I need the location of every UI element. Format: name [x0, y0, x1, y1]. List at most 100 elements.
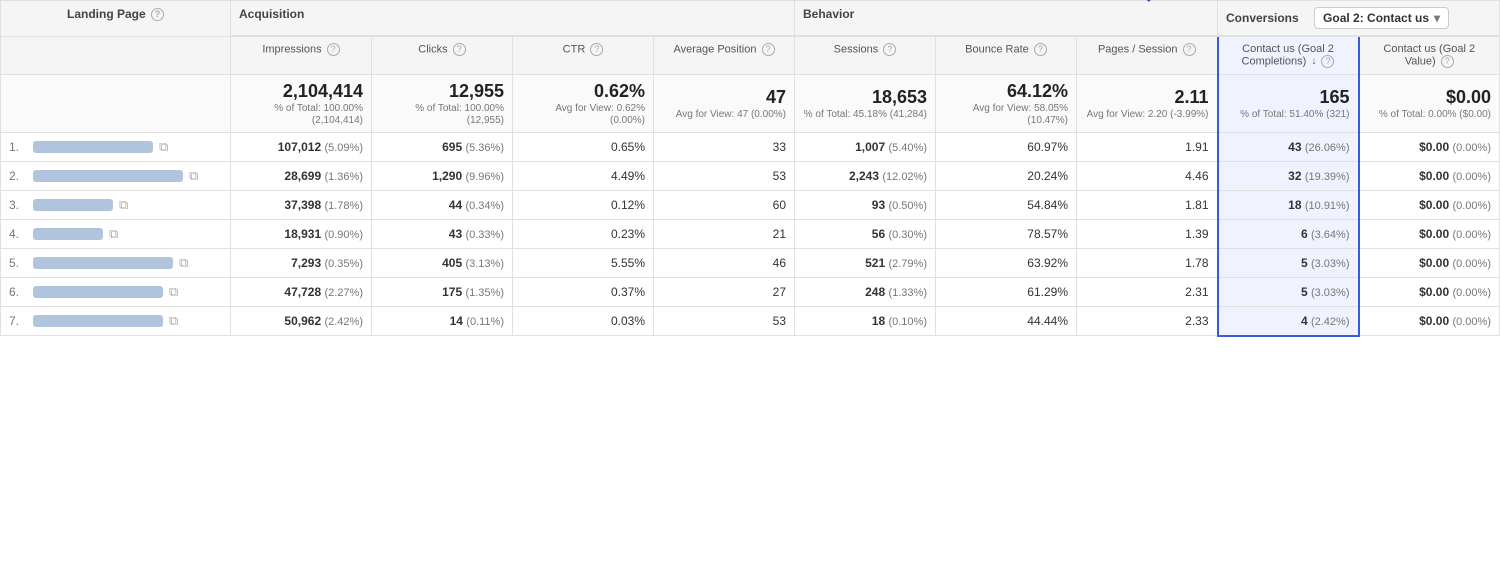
clicks-header: Clicks ?: [372, 36, 513, 75]
landing-page-cell: 2. ⧉: [1, 162, 231, 191]
impressions-cell: 107,012 (5.09%): [231, 133, 372, 162]
pages-session-cell: 2.33: [1077, 307, 1218, 336]
sessions-cell: 248 (1.33%): [795, 278, 936, 307]
sessions-cell: 2,243 (12.02%): [795, 162, 936, 191]
url-text[interactable]: [33, 315, 163, 327]
bounce-rate-cell: 78.57%: [936, 220, 1077, 249]
impressions-cell: 7,293 (0.35%): [231, 249, 372, 278]
totals-landing-cell: [1, 75, 231, 133]
table-row: 1. ⧉ 107,012 (5.09%) 695 (5.36%) 0.65% 3…: [1, 133, 1500, 162]
totals-pages-session: 2.11 Avg for View: 2.20 (-3.99%): [1077, 75, 1218, 133]
bounce-rate-cell: 63.92%: [936, 249, 1077, 278]
pages-session-cell: 4.46: [1077, 162, 1218, 191]
value-cell: $0.00 (0.00%): [1359, 278, 1500, 307]
clicks-help-icon[interactable]: ?: [453, 43, 466, 56]
clicks-cell: 44 (0.34%): [372, 191, 513, 220]
copy-icon[interactable]: ⧉: [179, 255, 188, 271]
row-number: 6.: [9, 285, 27, 299]
table-row: 3. ⧉ 37,398 (1.78%) 44 (0.34%) 0.12% 60 …: [1, 191, 1500, 220]
bounce-rate-help-icon[interactable]: ?: [1034, 43, 1047, 56]
copy-icon[interactable]: ⧉: [189, 168, 198, 184]
row-number: 4.: [9, 227, 27, 241]
avg-position-header: Average Position ?: [654, 36, 795, 75]
landing-page-label: Landing Page: [67, 7, 146, 21]
avg-position-help-icon[interactable]: ?: [762, 43, 775, 56]
url-text[interactable]: [33, 228, 103, 240]
impressions-help-icon[interactable]: ?: [327, 43, 340, 56]
copy-icon[interactable]: ⧉: [169, 284, 178, 300]
avg-position-cell: 60: [654, 191, 795, 220]
landing-page-cell: 6. ⧉: [1, 278, 231, 307]
completions-cell: 4 (2.42%): [1218, 307, 1359, 336]
landing-page-cell: 1. ⧉: [1, 133, 231, 162]
url-text[interactable]: [33, 199, 113, 211]
sessions-cell: 521 (2.79%): [795, 249, 936, 278]
column-header-row: Impressions ? Clicks ? CTR ? Average Pos…: [1, 36, 1500, 75]
row-number: 1.: [9, 140, 27, 154]
goal-dropdown[interactable]: Goal 2: Contact us ▾: [1314, 7, 1449, 29]
avg-position-cell: 46: [654, 249, 795, 278]
conversions-group-header: Conversions Goal 2: Contact us ▾: [1218, 1, 1500, 37]
completions-help-icon[interactable]: ?: [1321, 55, 1334, 68]
sessions-cell: 93 (0.50%): [795, 191, 936, 220]
value-help-icon[interactable]: ?: [1441, 55, 1454, 68]
totals-avg-position: 47 Avg for View: 47 (0.00%): [654, 75, 795, 133]
empty-header: [1, 36, 231, 75]
bounce-rate-cell: 44.44%: [936, 307, 1077, 336]
sessions-cell: 18 (0.10%): [795, 307, 936, 336]
sessions-cell: 1,007 (5.40%): [795, 133, 936, 162]
totals-row: 2,104,414 % of Total: 100.00% (2,104,414…: [1, 75, 1500, 133]
sessions-help-icon[interactable]: ?: [883, 43, 896, 56]
bounce-rate-cell: 54.84%: [936, 191, 1077, 220]
value-cell: $0.00 (0.00%): [1359, 249, 1500, 278]
bounce-rate-header: Bounce Rate ?: [936, 36, 1077, 75]
pages-session-cell: 1.39: [1077, 220, 1218, 249]
url-text[interactable]: [33, 257, 173, 269]
table-row: 5. ⧉ 7,293 (0.35%) 405 (3.13%) 5.55% 46 …: [1, 249, 1500, 278]
landing-page-cell: 7. ⧉: [1, 307, 231, 336]
data-rows-body: 1. ⧉ 107,012 (5.09%) 695 (5.36%) 0.65% 3…: [1, 133, 1500, 336]
clicks-cell: 695 (5.36%): [372, 133, 513, 162]
ctr-help-icon[interactable]: ?: [590, 43, 603, 56]
url-text[interactable]: [33, 170, 183, 182]
table-row: 2. ⧉ 28,699 (1.36%) 1,290 (9.96%) 4.49% …: [1, 162, 1500, 191]
url-text[interactable]: [33, 286, 163, 298]
row-number: 2.: [9, 169, 27, 183]
totals-ctr: 0.62% Avg for View: 0.62% (0.00%): [513, 75, 654, 133]
completions-cell: 18 (10.91%): [1218, 191, 1359, 220]
totals-value: $0.00 % of Total: 0.00% ($0.00): [1359, 75, 1500, 133]
clicks-cell: 1,290 (9.96%): [372, 162, 513, 191]
behavior-group-header: Behavior: [795, 1, 1218, 37]
clicks-cell: 43 (0.33%): [372, 220, 513, 249]
row-number: 5.: [9, 256, 27, 270]
ctr-cell: 5.55%: [513, 249, 654, 278]
ctr-cell: 0.37%: [513, 278, 654, 307]
value-cell: $0.00 (0.00%): [1359, 191, 1500, 220]
totals-bounce-rate: 64.12% Avg for View: 58.05% (10.47%): [936, 75, 1077, 133]
url-text[interactable]: [33, 141, 153, 153]
avg-position-cell: 33: [654, 133, 795, 162]
impressions-cell: 50,962 (2.42%): [231, 307, 372, 336]
sessions-cell: 56 (0.30%): [795, 220, 936, 249]
copy-icon[interactable]: ⧉: [169, 313, 178, 329]
copy-icon[interactable]: ⧉: [109, 226, 118, 242]
ctr-cell: 0.03%: [513, 307, 654, 336]
bounce-rate-cell: 20.24%: [936, 162, 1077, 191]
analytics-table: Landing Page ? Acquisition Behavior: [0, 0, 1500, 337]
sessions-header: Sessions ?: [795, 36, 936, 75]
avg-position-cell: 53: [654, 162, 795, 191]
copy-icon[interactable]: ⧉: [159, 139, 168, 155]
ctr-header: CTR ?: [513, 36, 654, 75]
copy-icon[interactable]: ⧉: [119, 197, 128, 213]
pages-session-help-icon[interactable]: ?: [1183, 43, 1196, 56]
chevron-down-icon: ▾: [1434, 11, 1440, 25]
landing-page-cell: 5. ⧉: [1, 249, 231, 278]
impressions-cell: 37,398 (1.78%): [231, 191, 372, 220]
avg-position-cell: 21: [654, 220, 795, 249]
landing-page-help-icon[interactable]: ?: [151, 8, 164, 21]
totals-impressions: 2,104,414 % of Total: 100.00% (2,104,414…: [231, 75, 372, 133]
annotation-arrow: [1138, 0, 1268, 5]
completions-header: Contact us (Goal 2 Completions) ↓ ?: [1218, 36, 1359, 75]
ctr-cell: 4.49%: [513, 162, 654, 191]
bounce-rate-cell: 61.29%: [936, 278, 1077, 307]
